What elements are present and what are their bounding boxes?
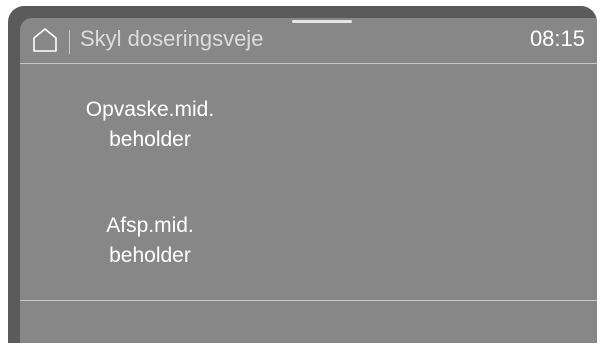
option-detergent-container[interactable]: Opvaske.mid. beholder	[50, 95, 250, 155]
home-icon[interactable]	[32, 27, 58, 53]
header-bar: Skyl doseringsveje 08:15	[20, 18, 597, 62]
option-rinse-aid-container[interactable]: Afsp.mid. beholder	[50, 211, 250, 271]
footer-divider-line	[20, 300, 597, 301]
display-screen: Skyl doseringsveje 08:15 Opvaske.mid. be…	[20, 18, 597, 343]
header-divider-line	[20, 63, 597, 64]
header-separator	[69, 30, 70, 54]
device-bezel: Skyl doseringsveje 08:15 Opvaske.mid. be…	[8, 6, 597, 343]
option-label-line2: beholder	[109, 128, 191, 151]
page-title: Skyl doseringsveje	[80, 26, 264, 51]
option-label-line1: Opvaske.mid.	[85, 98, 215, 121]
clock-time: 08:15	[529, 26, 585, 51]
option-label-line2: beholder	[109, 244, 191, 267]
option-label-line1: Afsp.mid.	[106, 214, 194, 237]
